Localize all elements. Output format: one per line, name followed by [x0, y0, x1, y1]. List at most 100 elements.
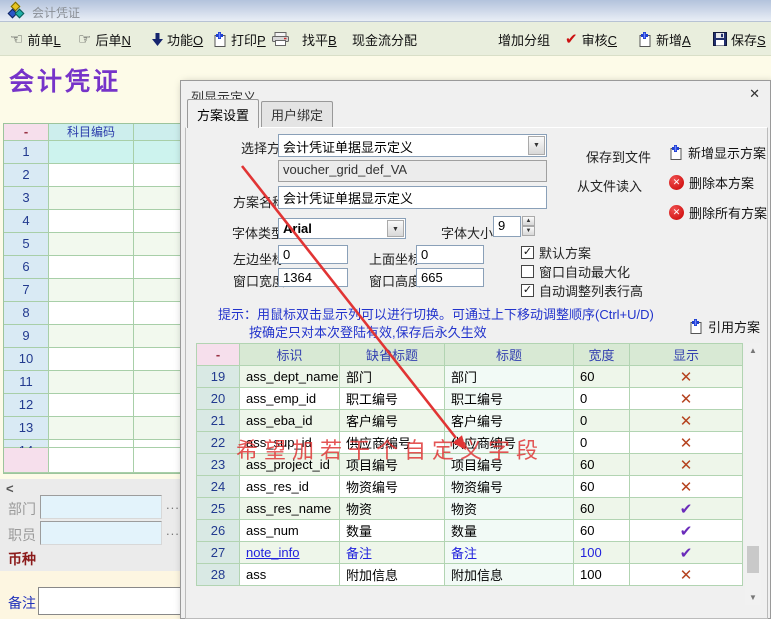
field-id-cell[interactable]: ass_dept_name: [240, 366, 340, 388]
width-cell[interactable]: 100: [574, 564, 630, 586]
voucher-row[interactable]: 2: [4, 164, 183, 187]
default-title-cell[interactable]: 客户编号: [340, 410, 445, 432]
voucher-cell[interactable]: [134, 394, 183, 417]
voucher-row-partial[interactable]: 14: [4, 440, 183, 448]
column-def-row[interactable]: 27note_info备注备注100✔: [197, 542, 743, 564]
account-code-cell[interactable]: [49, 187, 134, 210]
account-code-cell[interactable]: [49, 256, 134, 279]
header-title[interactable]: 标题: [445, 344, 574, 366]
visibility-cell[interactable]: ✔: [630, 498, 743, 520]
voucher-row[interactable]: 9: [4, 325, 183, 348]
scroll-up-icon[interactable]: ▲: [745, 343, 761, 358]
printer-icon-button[interactable]: [272, 22, 289, 56]
account-code-cell[interactable]: [49, 394, 134, 417]
voucher-row[interactable]: 12: [4, 394, 183, 417]
field-id-cell[interactable]: ass_res_id: [240, 476, 340, 498]
visibility-cell[interactable]: ✕: [630, 388, 743, 410]
scroll-down-icon[interactable]: ▼: [745, 590, 761, 605]
voucher-row[interactable]: 7: [4, 279, 183, 302]
column-def-row[interactable]: 28ass附加信息附加信息100✕: [197, 564, 743, 586]
column-def-row[interactable]: 23ass_project_id项目编号项目编号60✕: [197, 454, 743, 476]
width-cell[interactable]: 100: [574, 542, 630, 564]
tab-user-binding[interactable]: 用户绑定: [261, 101, 333, 128]
header-visible[interactable]: 显示: [630, 344, 743, 366]
account-code-cell[interactable]: [49, 371, 134, 394]
voucher-cell[interactable]: [134, 417, 183, 440]
read-from-file-button[interactable]: 从文件读入: [577, 176, 642, 195]
win-height-input[interactable]: 665: [416, 268, 484, 287]
header-width[interactable]: 宽度: [574, 344, 630, 366]
visibility-cell[interactable]: ✕: [630, 454, 743, 476]
apply-scheme-button[interactable]: 引用方案: [689, 317, 760, 336]
visibility-cell[interactable]: ✕: [630, 432, 743, 454]
voucher-row[interactable]: 11: [4, 371, 183, 394]
title-cell[interactable]: 附加信息: [445, 564, 574, 586]
chevron-down-icon[interactable]: ▼: [528, 136, 545, 155]
default-title-cell[interactable]: 物资: [340, 498, 445, 520]
title-cell[interactable]: 部门: [445, 366, 574, 388]
new-voucher-button[interactable]: 新增A: [638, 22, 691, 56]
account-code-cell[interactable]: [49, 233, 134, 256]
title-cell[interactable]: 供应商编号: [445, 432, 574, 454]
field-id-cell[interactable]: ass_project_id: [240, 454, 340, 476]
width-cell[interactable]: 60: [574, 366, 630, 388]
font-type-combo[interactable]: Arial ▼: [278, 218, 406, 239]
table-scrollbar[interactable]: ▲ ▼: [745, 343, 761, 605]
account-code-cell[interactable]: [49, 164, 134, 187]
note-input[interactable]: [38, 587, 183, 615]
checkbox-icon[interactable]: [521, 265, 534, 278]
print-button[interactable]: 打印P: [213, 22, 266, 56]
option-checkbox-row[interactable]: ✓自动调整列表行高: [521, 283, 643, 297]
chevron-down-icon[interactable]: ▼: [387, 220, 404, 237]
scheme-button[interactable]: ✕删除所有方案: [669, 203, 767, 222]
column-def-row[interactable]: 20ass_emp_id职工编号职工编号0✕: [197, 388, 743, 410]
account-code-cell[interactable]: [49, 210, 134, 233]
field-id-cell[interactable]: ass: [240, 564, 340, 586]
account-code-cell[interactable]: [49, 302, 134, 325]
left-coord-input[interactable]: 0: [278, 245, 348, 264]
voucher-row[interactable]: 8: [4, 302, 183, 325]
dept-input[interactable]: [40, 495, 162, 519]
width-cell[interactable]: 0: [574, 432, 630, 454]
visibility-cell[interactable]: ✕: [630, 476, 743, 498]
account-code-cell[interactable]: [49, 348, 134, 371]
voucher-cell[interactable]: [134, 233, 183, 256]
default-title-cell[interactable]: 职工编号: [340, 388, 445, 410]
voucher-row[interactable]: 4: [4, 210, 183, 233]
title-cell[interactable]: 数量: [445, 520, 574, 542]
visibility-cell[interactable]: ✕: [630, 366, 743, 388]
voucher-row[interactable]: 3: [4, 187, 183, 210]
functions-button[interactable]: 功能O: [152, 22, 203, 56]
column-def-row[interactable]: 25ass_res_name物资物资60✔: [197, 498, 743, 520]
font-size-input[interactable]: 9: [493, 216, 521, 237]
field-id-cell[interactable]: note_info: [240, 542, 340, 564]
next-voucher-button[interactable]: ☞ 后单N: [78, 22, 131, 56]
top-coord-input[interactable]: 0: [416, 245, 484, 264]
balance-button[interactable]: 找平B: [302, 22, 337, 56]
voucher-cell[interactable]: [134, 279, 183, 302]
collapse-arrow-icon[interactable]: <: [6, 481, 14, 496]
scheme-button[interactable]: 新增显示方案: [669, 143, 767, 162]
title-cell[interactable]: 客户编号: [445, 410, 574, 432]
voucher-cell[interactable]: [134, 256, 183, 279]
prev-voucher-button[interactable]: ☜ 前单L: [10, 22, 61, 56]
header-field-id[interactable]: 标识: [240, 344, 340, 366]
visibility-cell[interactable]: ✔: [630, 542, 743, 564]
field-id-cell[interactable]: ass_res_name: [240, 498, 340, 520]
title-cell[interactable]: 项目编号: [445, 454, 574, 476]
column-def-row[interactable]: 22ass_sup_id供应商编号供应商编号0✕: [197, 432, 743, 454]
dept-lookup-button[interactable]: ...: [166, 497, 180, 512]
voucher-cell[interactable]: [134, 210, 183, 233]
scheme-name-input[interactable]: 会计凭证单据显示定义: [278, 186, 547, 209]
checkbox-icon[interactable]: ✓: [521, 246, 534, 259]
scheme-select-combo[interactable]: 会计凭证单据显示定义 ▼: [278, 134, 547, 157]
option-checkbox-row[interactable]: ✓默认方案: [521, 245, 643, 259]
column-def-row[interactable]: 21ass_eba_id客户编号客户编号0✕: [197, 410, 743, 432]
default-title-cell[interactable]: 部门: [340, 366, 445, 388]
add-group-button[interactable]: 增加分组: [498, 22, 550, 56]
header-default-title[interactable]: 缺省标题: [340, 344, 445, 366]
save-to-file-button[interactable]: 保存到文件: [586, 147, 651, 166]
default-title-cell[interactable]: 物资编号: [340, 476, 445, 498]
option-checkbox-row[interactable]: 窗口自动最大化: [521, 264, 643, 278]
voucher-row[interactable]: 13: [4, 417, 183, 440]
